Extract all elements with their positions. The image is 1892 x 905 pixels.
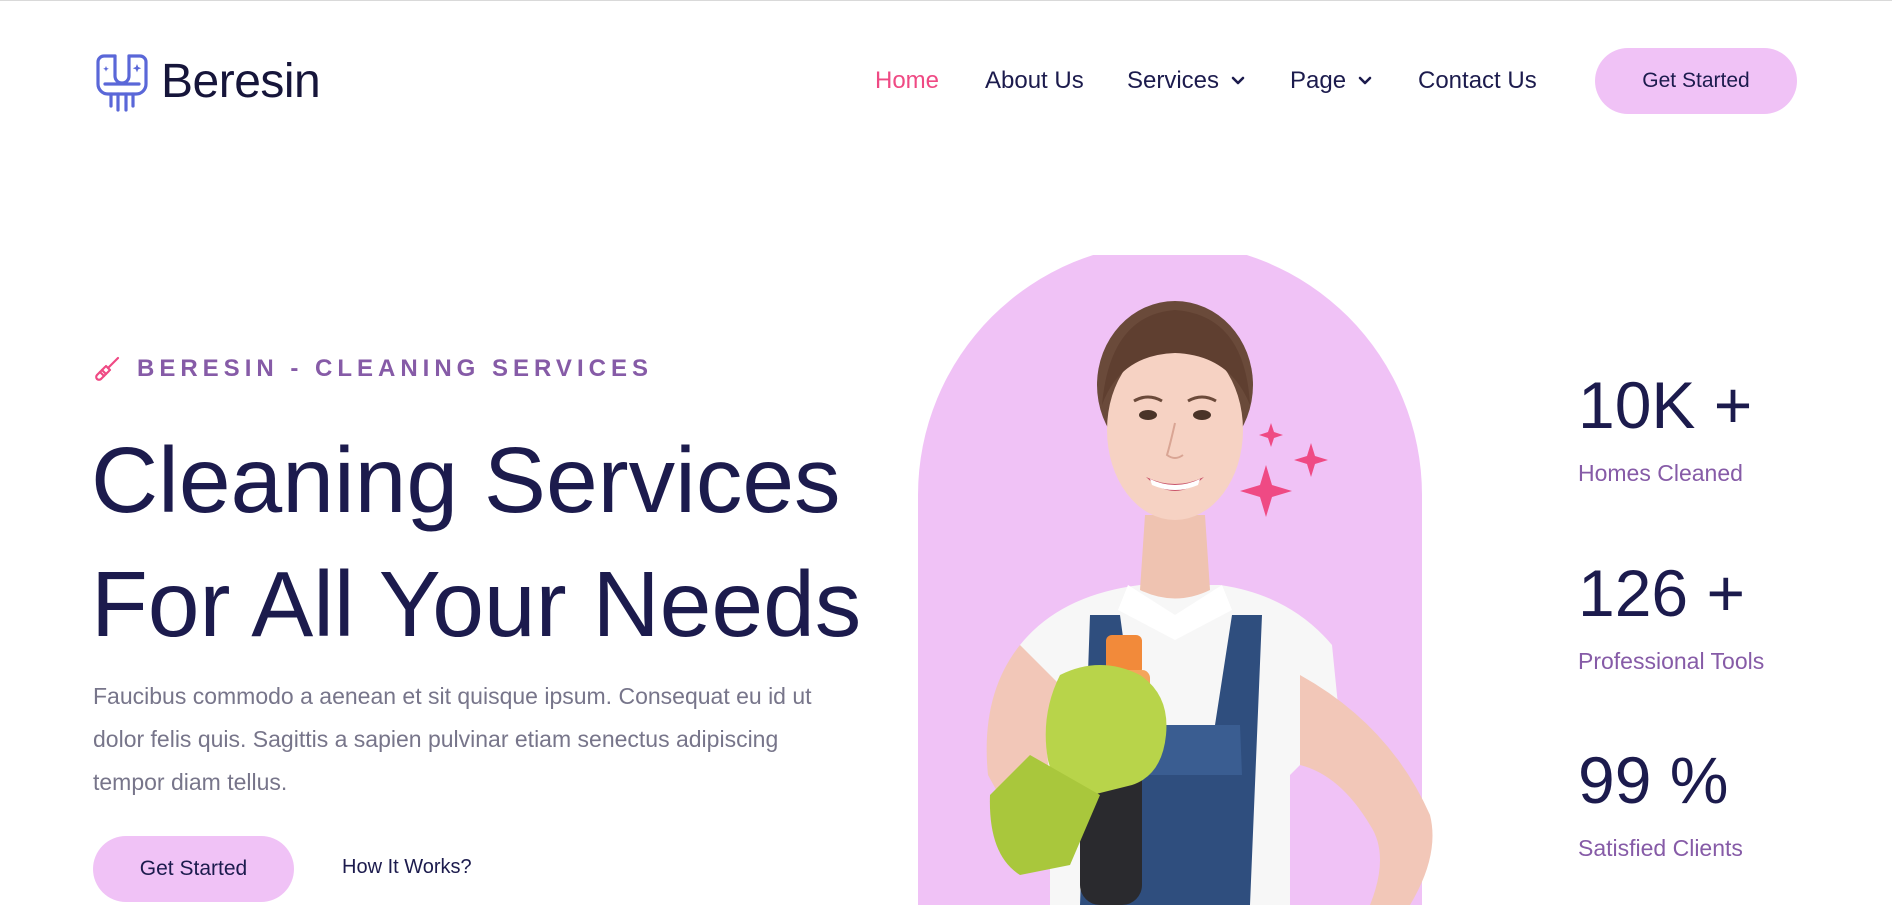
hero-cleaner-image [918, 255, 1433, 905]
hero-get-started-button[interactable]: Get Started [93, 836, 294, 902]
nav-item-about-us[interactable]: About Us [985, 64, 1084, 98]
stat-label: Homes Cleaned [1578, 460, 1743, 486]
tagline-text: BERESIN - CLEANING SERVICES [137, 355, 653, 382]
nav-item-services[interactable]: Services [1127, 64, 1245, 98]
nav-item-label: About Us [985, 67, 1084, 94]
chevron-down-icon [1358, 76, 1372, 85]
hero-title: Cleaning Services For All Your Needs [91, 418, 891, 666]
top-border-line [0, 0, 1892, 1]
nav-item-page[interactable]: Page [1290, 64, 1372, 98]
stat-satisfied-clients: 99 % Satisfied Clients [1578, 747, 1743, 862]
how-it-works-link[interactable]: How It Works? [342, 856, 472, 879]
nav-item-label: Home [875, 67, 940, 94]
broom-icon [95, 356, 120, 381]
stat-homes-cleaned: 10K + Homes Cleaned [1578, 372, 1752, 487]
hero-tagline: BERESIN - CLEANING SERVICES [93, 355, 653, 383]
stat-professional-tools: 126 + Professional Tools [1578, 560, 1764, 675]
brand-logo[interactable]: Beresin [93, 50, 321, 114]
stat-value: 126 + [1578, 556, 1745, 630]
header-get-started-button[interactable]: Get Started [1595, 48, 1797, 114]
stat-label: Satisfied Clients [1578, 835, 1743, 861]
hero-title-line-2: For All Your Needs [91, 552, 862, 656]
stat-value: 99 % [1578, 743, 1729, 817]
nav-item-contact-us[interactable]: Contact Us [1418, 64, 1537, 98]
stat-label: Professional Tools [1578, 648, 1765, 674]
nav-item-label: Page [1290, 67, 1347, 94]
hero-description: Faucibus commodo a aenean et sit quisque… [93, 683, 812, 795]
nav-item-label: Services [1127, 67, 1220, 94]
brand-name: Beresin [161, 55, 321, 108]
stat-value: 10K + [1578, 368, 1753, 442]
nav-item-home[interactable]: Home [875, 64, 939, 98]
hero-title-line-1: Cleaning Services [91, 428, 841, 532]
brush-logo-icon [96, 54, 148, 112]
chevron-down-icon [1231, 76, 1245, 85]
nav-item-label: Contact Us [1418, 67, 1537, 94]
